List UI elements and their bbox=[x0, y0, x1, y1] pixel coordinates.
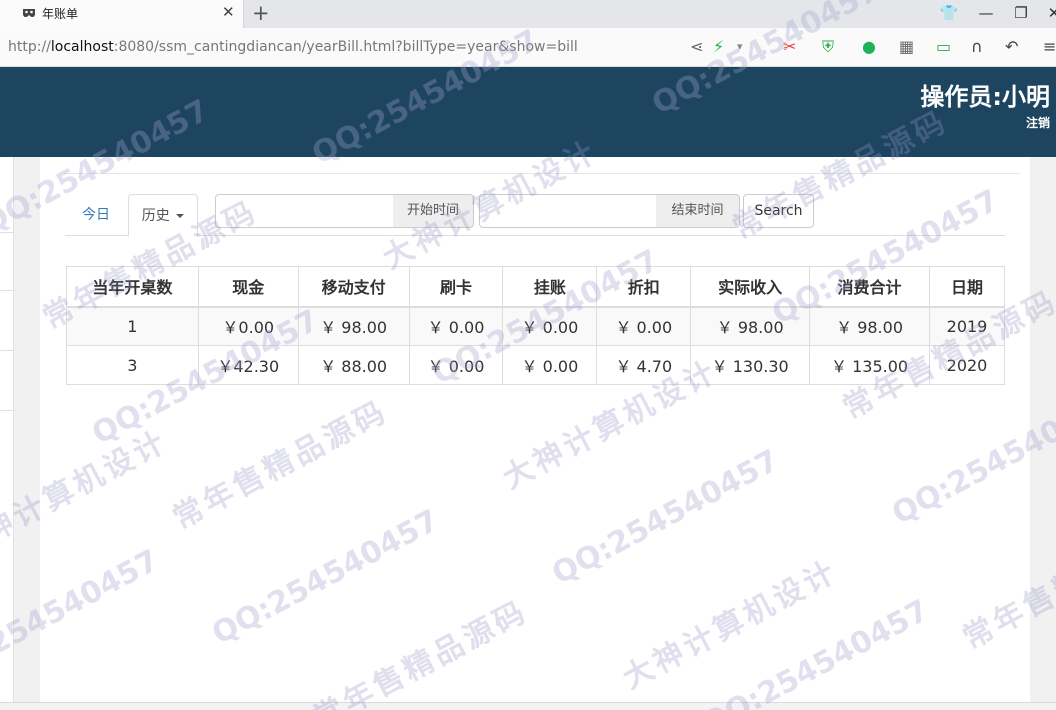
col-header: 现金 bbox=[197, 266, 299, 308]
url-path: :8080/ssm_cantingdiancan/yearBill.html?b… bbox=[113, 39, 578, 55]
table-cell: ￥ 0.00 bbox=[408, 306, 504, 346]
table-cell: ￥0.00 bbox=[197, 306, 299, 346]
mask-favicon-icon bbox=[23, 9, 35, 18]
table-cell: ￥ 88.00 bbox=[297, 345, 410, 385]
speed-icon[interactable]: ⚡ bbox=[713, 37, 724, 56]
start-time-input[interactable] bbox=[215, 194, 394, 228]
operator-name: 操作员:小明 bbox=[920, 83, 1050, 111]
table-cell: ￥ 135.00 bbox=[809, 345, 930, 385]
table-cell: ￥ 98.00 bbox=[297, 306, 410, 346]
year-bill-table: 当年开桌数 现金 移动支付 刷卡 挂账 折扣 实际收入 消费合计 日期 1 ￥0… bbox=[66, 266, 1005, 385]
close-tab-icon[interactable]: ✕ bbox=[222, 3, 235, 21]
end-time-group: 结束时间 bbox=[479, 194, 740, 228]
browser-tab-strip: 年账单 ✕ + 👕 — ❐ ✕ bbox=[0, 0, 1056, 28]
address-bar[interactable]: http://localhost:8080/ssm_cantingdiancan… bbox=[0, 28, 1056, 67]
menu-icon[interactable]: ≡ bbox=[1043, 37, 1056, 56]
start-time-label: 开始时间 bbox=[393, 194, 474, 228]
share-icon[interactable]: ⋖ bbox=[690, 37, 703, 56]
new-tab-icon[interactable]: + bbox=[252, 1, 270, 25]
caret-down-icon bbox=[176, 214, 185, 218]
sidebar-divider bbox=[0, 350, 14, 351]
table-cell: 2019 bbox=[929, 306, 1005, 346]
shield-icon[interactable]: ⛨ bbox=[822, 37, 834, 57]
url-host: localhost bbox=[50, 39, 114, 55]
tab-today[interactable]: 今日 bbox=[65, 194, 127, 236]
table-header-row: 当年开桌数 现金 移动支付 刷卡 挂账 折扣 实际收入 消费合计 日期 bbox=[66, 266, 1005, 308]
col-header: 实际收入 bbox=[690, 266, 811, 308]
app-header: 操作员:小明 注销 bbox=[0, 67, 1056, 157]
sidebar-divider bbox=[0, 290, 14, 291]
col-header: 移动支付 bbox=[297, 266, 410, 308]
browser-tab[interactable]: 年账单 ✕ bbox=[0, 0, 244, 28]
url-text[interactable]: http://localhost:8080/ssm_cantingdiancan… bbox=[8, 39, 578, 55]
start-time-group: 开始时间 bbox=[215, 194, 475, 228]
logout-link[interactable]: 注销 bbox=[1026, 114, 1050, 131]
tab-history-label: 历史 bbox=[141, 208, 170, 224]
col-header: 折扣 bbox=[596, 266, 692, 308]
end-time-label: 结束时间 bbox=[656, 194, 740, 228]
main-panel: 今日 历史 开始时间 结束时间 Search 当年开桌数 现金 移动支付 刷卡 … bbox=[40, 157, 1030, 710]
sidebar-divider bbox=[0, 410, 14, 411]
maximize-icon[interactable]: ❐ bbox=[1011, 4, 1031, 22]
col-header: 当年开桌数 bbox=[66, 266, 199, 308]
battery-icon[interactable]: ▭ bbox=[936, 37, 951, 56]
tab-history[interactable]: 历史 bbox=[128, 194, 198, 237]
col-header: 日期 bbox=[929, 266, 1005, 308]
status-bar bbox=[0, 702, 1056, 710]
table-cell: ￥ 4.70 bbox=[596, 345, 692, 385]
headphones-icon[interactable]: ∩ bbox=[971, 37, 983, 56]
url-scheme: http:// bbox=[8, 39, 51, 55]
table-cell: ￥ 0.00 bbox=[596, 306, 692, 346]
table-cell: ￥42.30 bbox=[197, 345, 299, 385]
divider bbox=[64, 173, 1020, 174]
col-header: 挂账 bbox=[502, 266, 598, 308]
minimize-icon[interactable]: — bbox=[976, 4, 996, 22]
table-row: 3 ￥42.30 ￥ 88.00 ￥ 0.00 ￥ 0.00 ￥ 4.70 ￥ … bbox=[66, 345, 1005, 385]
end-time-input[interactable] bbox=[479, 194, 657, 228]
search-button[interactable]: Search bbox=[743, 194, 814, 228]
apps-icon[interactable]: ▦ bbox=[899, 37, 914, 56]
table-cell: ￥ 130.30 bbox=[690, 345, 811, 385]
scissors-icon[interactable]: ✂ bbox=[783, 37, 796, 56]
table-cell: ￥ 0.00 bbox=[408, 345, 504, 385]
undo-icon[interactable]: ↶ bbox=[1005, 37, 1018, 56]
tab-title: 年账单 bbox=[42, 7, 79, 21]
table-cell: 2020 bbox=[929, 345, 1005, 385]
table-cell: ￥ 0.00 bbox=[502, 345, 598, 385]
chat-icon[interactable]: ● bbox=[862, 37, 876, 56]
close-window-icon[interactable]: ✕ bbox=[1044, 4, 1056, 22]
table-cell: ￥ 98.00 bbox=[809, 306, 930, 346]
skin-icon[interactable]: 👕 bbox=[939, 4, 959, 22]
sidebar-strip bbox=[0, 157, 14, 710]
col-header: 消费合计 bbox=[809, 266, 930, 308]
table-row: 1 ￥0.00 ￥ 98.00 ￥ 0.00 ￥ 0.00 ￥ 0.00 ￥ 9… bbox=[66, 306, 1005, 346]
sidebar-divider bbox=[0, 232, 14, 233]
table-cell: ￥ 0.00 bbox=[502, 306, 598, 346]
table-cell: ￥ 98.00 bbox=[690, 306, 811, 346]
table-cell: 3 bbox=[66, 345, 199, 385]
col-header: 刷卡 bbox=[408, 266, 504, 308]
chevron-down-icon[interactable]: ▾ bbox=[737, 40, 743, 53]
table-cell: 1 bbox=[66, 306, 199, 346]
